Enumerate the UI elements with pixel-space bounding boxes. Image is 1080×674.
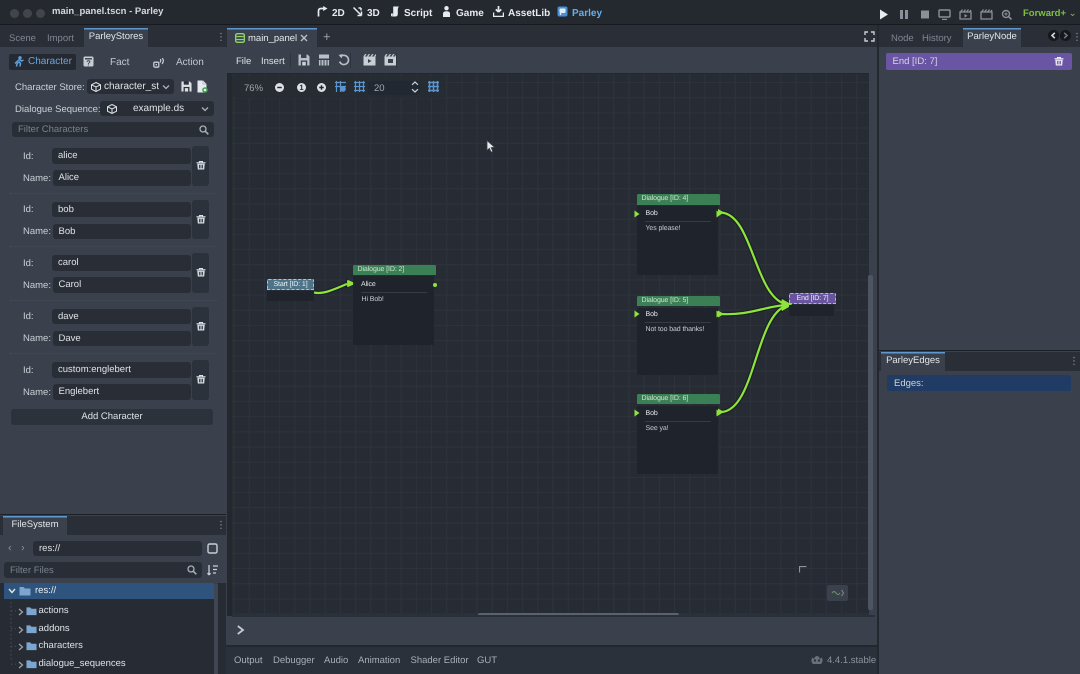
svg-text:?: ?: [86, 58, 91, 67]
